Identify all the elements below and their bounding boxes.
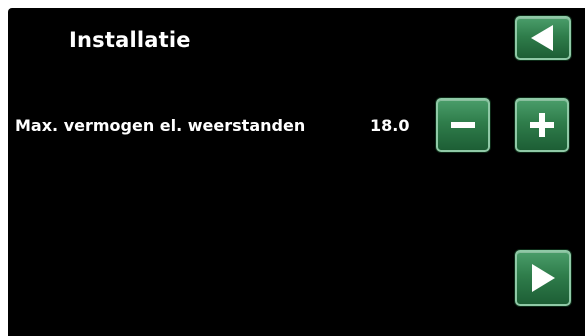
triangle-left-icon [531, 25, 553, 51]
increase-button[interactable] [515, 98, 569, 152]
display-screen: Installatie Max. vermogen el. weerstande… [8, 8, 585, 336]
next-button[interactable] [515, 250, 571, 306]
back-button[interactable] [515, 16, 571, 60]
page-title: Installatie [69, 28, 191, 52]
minus-icon [451, 122, 475, 128]
decrease-button[interactable] [436, 98, 490, 152]
triangle-right-icon [532, 264, 555, 292]
plus-icon [530, 113, 554, 137]
setting-label: Max. vermogen el. weerstanden [15, 116, 306, 135]
setting-value: 18.0 [370, 116, 410, 135]
